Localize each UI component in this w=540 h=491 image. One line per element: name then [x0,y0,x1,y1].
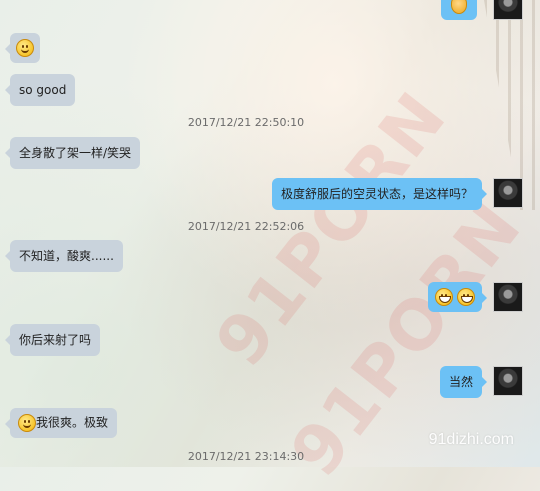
grin-emoji-icon [435,288,454,306]
incoming-message[interactable]: 我很爽。极致 [4,408,118,438]
site-watermark: 91dizhi.com [428,431,514,448]
incoming-message[interactable]: 你后来射了吗 [4,324,101,356]
incoming-emoji-bubble[interactable] [5,33,40,63]
user-avatar[interactable] [493,178,523,208]
outgoing-emoji-bubble[interactable] [428,282,487,312]
grin-emoji-icon [457,288,475,306]
timestamp: 2017/12/21 23:14:30 [187,450,305,463]
incoming-message[interactable]: 不知道，酸爽...... [5,240,123,272]
user-avatar[interactable] [493,282,523,312]
incoming-message[interactable]: so good [4,74,76,106]
outgoing-message[interactable]: 极度舒服后的空灵状态，是这样吗？ [271,178,488,210]
timestamp: 2017/12/21 22:52:06 [187,220,305,233]
user-avatar[interactable] [493,366,523,396]
outgoing-emoji-bubble[interactable] [441,0,477,20]
smile-emoji-icon [18,414,36,432]
outgoing-message[interactable]: 当然 [439,366,488,398]
smile-emoji-icon [16,39,34,57]
message-text: 我很爽。极致 [36,415,109,430]
ok-hand-emoji-icon [451,0,467,14]
timestamp: 2017/12/21 22:50:10 [187,116,305,129]
user-avatar[interactable] [493,0,523,20]
incoming-message[interactable]: 全身散了架一样/笑哭 [4,137,141,169]
